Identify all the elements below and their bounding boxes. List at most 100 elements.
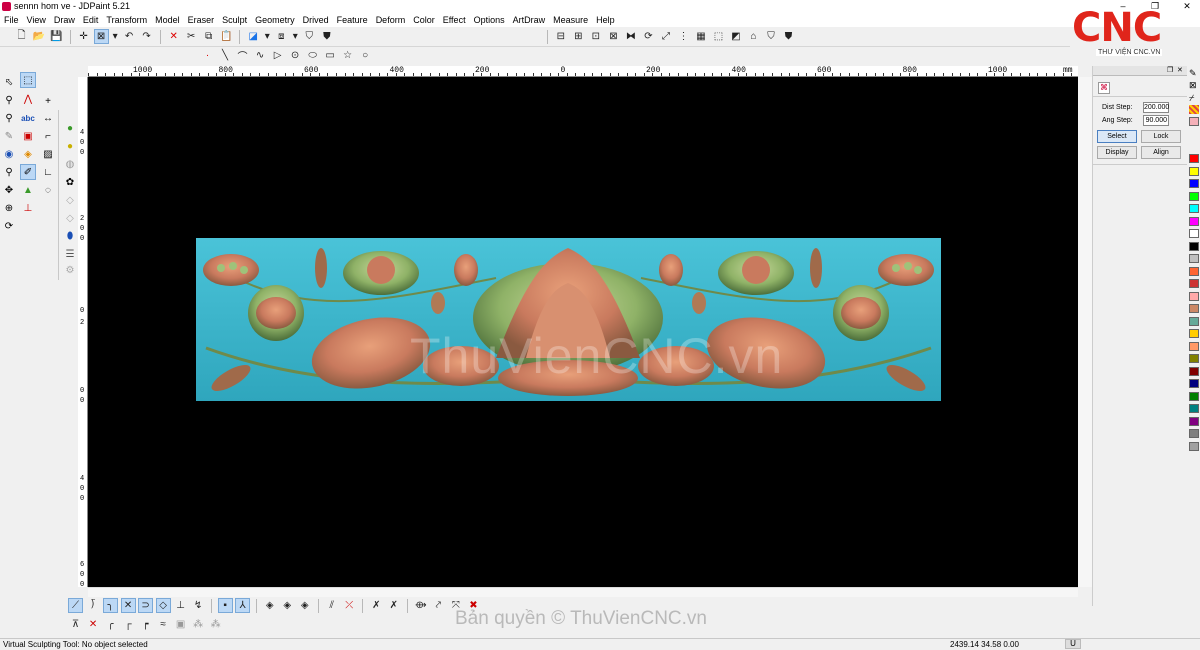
select-button[interactable]: Select — [1097, 130, 1137, 143]
camera-icon[interactable]: ▨ — [40, 146, 56, 162]
cross-node-icon[interactable]: ✗ — [386, 598, 401, 613]
split-icon[interactable]: ⤫ — [342, 598, 357, 613]
vertical-scrollbar[interactable] — [1078, 77, 1092, 587]
color-swatch[interactable] — [1189, 329, 1199, 338]
rotate-icon[interactable]: ⟳ — [641, 29, 656, 44]
chevron-down-icon[interactable]: ▾ — [111, 29, 119, 44]
rectangle-icon[interactable]: ▭ — [323, 48, 338, 63]
color-swatch[interactable] — [1189, 279, 1199, 288]
align-bottom-icon[interactable]: ⊼ — [68, 617, 83, 632]
no-color-icon[interactable]: ⊠ — [1189, 80, 1197, 91]
light-icon[interactable]: ● — [62, 138, 78, 154]
break-icon[interactable]: ◇ — [155, 598, 171, 613]
wave-icon[interactable]: ≈ — [156, 617, 171, 632]
menu-deform[interactable]: Deform — [372, 13, 410, 27]
curve-edit-icon[interactable]: ⟌ — [86, 598, 101, 613]
chevron-down-icon[interactable]: ▾ — [263, 29, 271, 44]
menu-file[interactable]: File — [0, 13, 23, 27]
menu-measure[interactable]: Measure — [549, 13, 592, 27]
settings-icon[interactable]: ⚙ — [62, 262, 78, 278]
zoom-in-icon[interactable]: ⊕ — [1, 200, 17, 216]
color-swatch[interactable] — [1189, 441, 1199, 451]
save-icon[interactable]: 💾 — [49, 29, 64, 44]
bridge-icon[interactable]: ⌂ — [746, 29, 761, 44]
line-icon[interactable]: ╲ — [218, 48, 233, 63]
node-smooth-icon[interactable]: ◈ — [297, 598, 312, 613]
corner-sharp-icon[interactable]: ┌ — [121, 617, 136, 632]
color-swatch[interactable] — [1189, 341, 1199, 351]
undo-icon[interactable]: ↶ — [122, 29, 137, 44]
eyedropper-icon[interactable]: ⌿ — [1189, 93, 1194, 104]
color-swatch[interactable] — [1189, 154, 1199, 163]
color-swatch[interactable] — [1189, 366, 1199, 376]
curve-select-icon[interactable]: ⟋ — [68, 598, 83, 613]
cut-curve-icon[interactable]: ✕ — [86, 617, 101, 632]
transform-node-icon[interactable]: ⟴ — [413, 598, 428, 613]
align-button[interactable]: Align — [1141, 146, 1181, 159]
measure-icon[interactable]: ⊥ — [20, 200, 36, 216]
zoom-window-icon[interactable]: ⚲ — [1, 164, 17, 180]
cylinder-icon[interactable]: ⬮ — [62, 228, 78, 244]
cut-icon[interactable]: ✂ — [184, 29, 199, 44]
sculpt-icon[interactable]: ✎ — [1, 128, 17, 144]
menu-effect[interactable]: Effect — [439, 13, 470, 27]
angle-icon[interactable]: ∟ — [40, 164, 56, 180]
color-swatch[interactable] — [1189, 354, 1199, 363]
circle-icon[interactable]: ○ — [358, 48, 373, 63]
lock-button[interactable]: Lock — [1141, 130, 1181, 143]
erase-icon[interactable]: ◇ — [62, 192, 78, 208]
boolean-icon[interactable]: ◩ — [729, 29, 744, 44]
smooth-icon[interactable]: ◇ — [62, 210, 78, 226]
polyline-icon[interactable]: ▷ — [270, 48, 285, 63]
color-swatch[interactable] — [1189, 391, 1199, 401]
fillet-icon[interactable]: ⌐ — [40, 128, 56, 144]
paste-icon[interactable]: 📋 — [219, 29, 234, 44]
pencil-icon[interactable]: ✎ — [1189, 68, 1197, 79]
select-object-icon[interactable]: ⬁ — [1, 74, 17, 90]
join-icon[interactable]: ⅄ — [235, 598, 251, 613]
trim-icon[interactable]: ✕ — [120, 598, 136, 613]
node-delete-icon[interactable]: ◈ — [280, 598, 295, 613]
pan-zoom-icon[interactable]: ⚲ — [1, 110, 17, 126]
distribute-icon[interactable]: ⊞ — [571, 29, 586, 44]
color-swatch[interactable] — [1189, 379, 1199, 388]
shaded-view-icon[interactable]: ⛉ — [302, 29, 317, 44]
extend-icon[interactable]: ⊃ — [138, 598, 154, 613]
color-swatch[interactable] — [1189, 291, 1199, 301]
delete-icon[interactable]: ✕ — [166, 29, 181, 44]
chamfer-icon[interactable]: ↯ — [191, 598, 206, 613]
align-icon[interactable]: ⊟ — [553, 29, 568, 44]
panel-restore-icon[interactable]: ❐ — [1167, 66, 1173, 74]
mountain-icon[interactable]: ▲ — [20, 182, 36, 198]
node-add-icon[interactable]: ◈ — [262, 598, 277, 613]
color-swatch[interactable] — [1189, 166, 1199, 176]
select-box-icon[interactable]: ⊠ — [93, 29, 109, 44]
color-swatch[interactable] — [1189, 304, 1199, 313]
circle-center-icon[interactable]: ⊙ — [288, 48, 303, 63]
fix-icon[interactable]: ⤤ — [431, 598, 446, 613]
open-file-icon[interactable]: 📂 — [32, 29, 47, 44]
move-icon[interactable]: ✥ — [1, 182, 17, 198]
points-alt-icon[interactable]: ⁂ — [208, 617, 223, 632]
lamp-icon[interactable]: ◍ — [62, 156, 78, 172]
menu-view[interactable]: View — [23, 13, 50, 27]
material-icon[interactable]: ✿ — [62, 174, 78, 190]
arc-icon[interactable]: ⌒ — [235, 48, 250, 63]
color-swatch[interactable] — [1189, 241, 1199, 251]
array-icon[interactable]: ⋮ — [676, 29, 691, 44]
node-icon[interactable]: ▪ — [217, 598, 233, 613]
bulb-icon[interactable]: ● — [62, 120, 78, 136]
menu-help[interactable]: Help — [592, 13, 619, 27]
color-swatch[interactable] — [1189, 254, 1199, 263]
menu-edit[interactable]: Edit — [79, 13, 103, 27]
menu-drived[interactable]: Drived — [299, 13, 333, 27]
offset-icon[interactable]: ▣ — [20, 128, 36, 144]
display-button[interactable]: Display — [1097, 146, 1137, 159]
corner-icon[interactable]: ╮ — [103, 598, 119, 613]
corner-dash-icon[interactable]: ┍ — [138, 617, 153, 632]
horizontal-scrollbar[interactable] — [88, 587, 1078, 597]
brush-icon[interactable]: ✐ — [20, 164, 36, 180]
color-swatch[interactable] — [1189, 404, 1199, 413]
ellipse-icon[interactable]: ⬭ — [305, 48, 320, 63]
refresh-icon[interactable]: ⟳ — [1, 218, 17, 234]
